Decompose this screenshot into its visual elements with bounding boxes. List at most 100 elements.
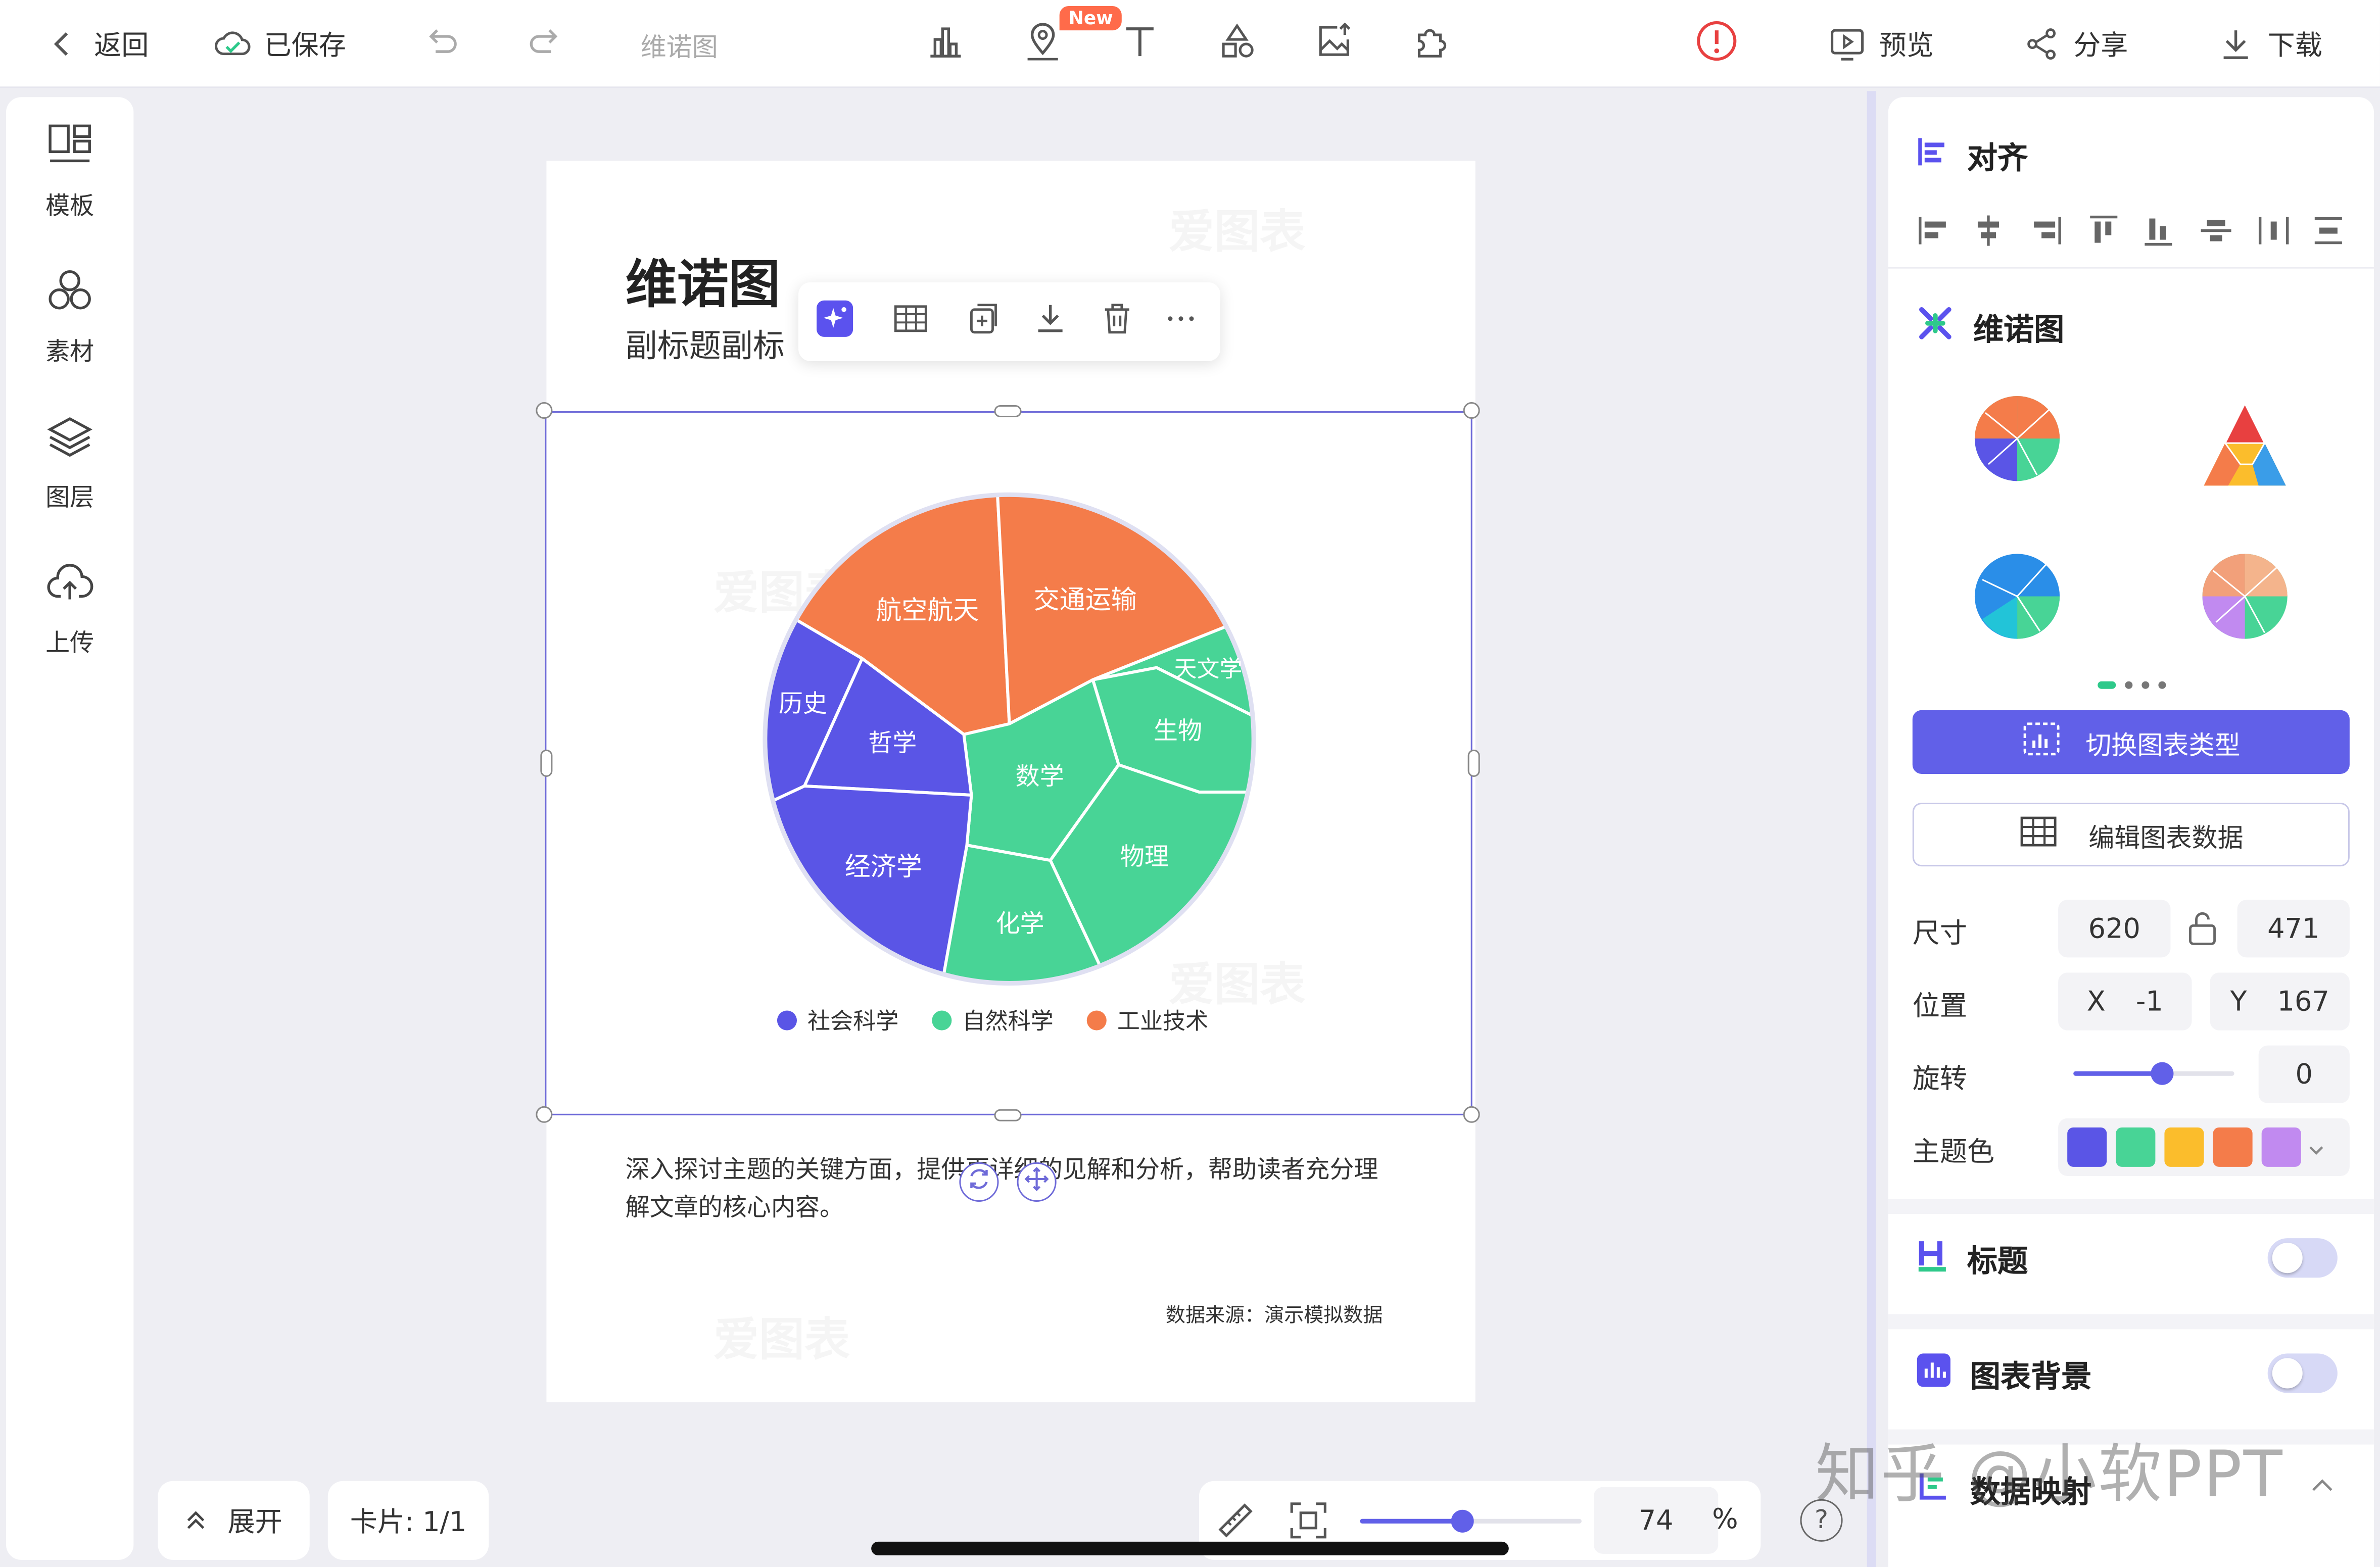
x-input[interactable]: X -1 xyxy=(2058,972,2192,1031)
align-right-button[interactable] xyxy=(2028,213,2064,249)
move-icon xyxy=(1024,1166,1049,1197)
document-name[interactable]: 维诺图 xyxy=(641,0,718,88)
chart-title[interactable]: 维诺图 xyxy=(626,243,780,317)
text-tool[interactable] xyxy=(1117,21,1163,67)
theme-dropdown-toggle[interactable] xyxy=(2307,1135,2325,1164)
watermark: 爱图表 xyxy=(1169,194,1305,261)
top-toolbar: 返回 已保存 维诺图 New 预览 分享 下载 xyxy=(0,0,2380,88)
resize-handle-left[interactable] xyxy=(540,749,553,777)
move-handle[interactable] xyxy=(1017,1162,1057,1202)
edit-chart-data-button[interactable]: 编辑图表数据 xyxy=(1912,803,2350,867)
page-dot-active[interactable] xyxy=(2098,681,2116,689)
width-input[interactable]: 620 xyxy=(2058,900,2171,958)
data-source[interactable]: 数据来源：演示模拟数据 xyxy=(1166,1299,1383,1328)
edit-data-button[interactable] xyxy=(889,301,932,343)
layers-icon xyxy=(45,413,94,467)
share-button[interactable]: 分享 xyxy=(2022,0,2128,88)
chart-subtitle[interactable]: 副标题副标 xyxy=(626,322,785,367)
title-section-label: 标题 xyxy=(1967,1243,2028,1280)
download-button[interactable]: 下载 xyxy=(2216,0,2322,88)
ruler-button[interactable] xyxy=(1214,1499,1257,1548)
undo-button[interactable] xyxy=(422,0,461,88)
height-input[interactable]: 471 xyxy=(2237,900,2350,958)
voronoi-section-icon xyxy=(1916,304,1955,351)
undo-icon xyxy=(422,24,461,64)
redo-button[interactable] xyxy=(525,0,564,88)
align-left-icon xyxy=(1916,217,1952,255)
zoom-slider-knob[interactable] xyxy=(1451,1509,1474,1533)
chart-background-toggle[interactable] xyxy=(2267,1353,2338,1393)
duplicate-button[interactable] xyxy=(962,301,1005,343)
resize-handle-bottom-left[interactable] xyxy=(536,1106,553,1123)
selection-frame xyxy=(545,411,1472,1115)
chevron-left-icon xyxy=(42,24,82,64)
sidebar-item-label: 上传 xyxy=(45,628,94,657)
ai-magic-button[interactable] xyxy=(814,300,856,343)
y-input[interactable]: Y 167 xyxy=(2210,972,2350,1031)
zoom-slider-fill xyxy=(1360,1519,1463,1524)
distribute-v-button[interactable] xyxy=(2310,213,2347,249)
materials-icon xyxy=(45,267,94,322)
back-button[interactable]: 返回 xyxy=(42,0,149,88)
sidebar-item-materials[interactable]: 素材 xyxy=(6,267,133,367)
chart-tool[interactable] xyxy=(923,21,968,67)
rotate-handle[interactable] xyxy=(959,1162,999,1202)
chart-style-thumb-1[interactable] xyxy=(1970,391,2064,485)
chart-description[interactable]: 深入探讨主题的关键方面，提供更详细的见解和分析，帮助读者充分理解文章的核心内容。 xyxy=(626,1150,1400,1226)
resize-handle-right[interactable] xyxy=(1467,749,1480,777)
home-indicator xyxy=(871,1541,1509,1555)
chart-style-thumb-2[interactable] xyxy=(2198,398,2292,492)
panel-divider[interactable] xyxy=(1867,91,1876,1567)
align-center-h-icon xyxy=(1970,215,2007,255)
align-right-icon xyxy=(2028,217,2064,255)
mapping-collapse-toggle[interactable] xyxy=(2310,1472,2335,1501)
sidebar-item-upload[interactable]: 上传 xyxy=(6,558,133,658)
shape-tool[interactable] xyxy=(1214,21,1260,67)
alert-button[interactable] xyxy=(1694,21,1739,67)
zoom-input[interactable]: 74 xyxy=(1593,1487,1719,1554)
delete-button[interactable] xyxy=(1096,301,1138,343)
sidebar-item-layers[interactable]: 图层 xyxy=(6,413,133,513)
image-tool[interactable] xyxy=(1311,21,1357,67)
resize-handle-top-right[interactable] xyxy=(1463,402,1480,419)
resize-handle-bottom[interactable] xyxy=(994,1109,1022,1121)
page-dot[interactable] xyxy=(2125,681,2133,689)
rotate-slider-fill xyxy=(2073,1071,2162,1076)
download-icon xyxy=(2216,24,2256,64)
card-counter[interactable]: 卡片: 1/1 xyxy=(327,1481,489,1560)
y-value: 167 xyxy=(2277,985,2329,1018)
zoom-slider[interactable] xyxy=(1360,1509,1582,1533)
theme-swatch xyxy=(2164,1127,2204,1167)
thumb-pagination[interactable] xyxy=(2098,681,2166,689)
resize-handle-top[interactable] xyxy=(994,405,1022,418)
resize-handle-top-left[interactable] xyxy=(536,402,553,419)
align-center-v-button[interactable] xyxy=(2198,213,2234,249)
plugin-tool[interactable] xyxy=(1409,21,1454,67)
align-center-h-button[interactable] xyxy=(1970,213,2007,249)
rotate-slider-knob[interactable] xyxy=(2150,1062,2173,1085)
align-top-button[interactable] xyxy=(2085,213,2122,249)
more-button[interactable] xyxy=(1160,301,1202,343)
chart-bg-icon xyxy=(1916,1352,1952,1396)
rotate-slider[interactable] xyxy=(2073,1062,2234,1085)
back-label: 返回 xyxy=(94,30,149,63)
chart-style-thumb-4[interactable] xyxy=(2198,549,2292,643)
switch-chart-type-button[interactable]: 切换图表类型 xyxy=(1912,710,2350,774)
fit-screen-button[interactable] xyxy=(1287,1499,1329,1548)
title-toggle[interactable] xyxy=(2267,1238,2338,1278)
resize-handle-bottom-right[interactable] xyxy=(1463,1106,1480,1123)
align-bottom-icon xyxy=(2140,218,2176,255)
expand-button[interactable]: 展开 xyxy=(158,1481,310,1560)
align-left-button[interactable] xyxy=(1916,213,1952,249)
map-tool[interactable] xyxy=(1020,21,1066,67)
chart-style-thumb-3[interactable] xyxy=(1970,549,2064,643)
preview-button[interactable]: 预览 xyxy=(1828,0,1934,88)
page-dot[interactable] xyxy=(2158,681,2166,689)
align-bottom-button[interactable] xyxy=(2140,213,2176,249)
distribute-h-button[interactable] xyxy=(2256,213,2292,249)
lock-ratio-button[interactable] xyxy=(2185,910,2219,953)
sidebar-item-templates[interactable]: 模板 xyxy=(6,121,133,221)
page-dot[interactable] xyxy=(2141,681,2150,689)
rotate-input[interactable]: 0 xyxy=(2258,1045,2350,1103)
download-element-button[interactable] xyxy=(1029,301,1072,343)
